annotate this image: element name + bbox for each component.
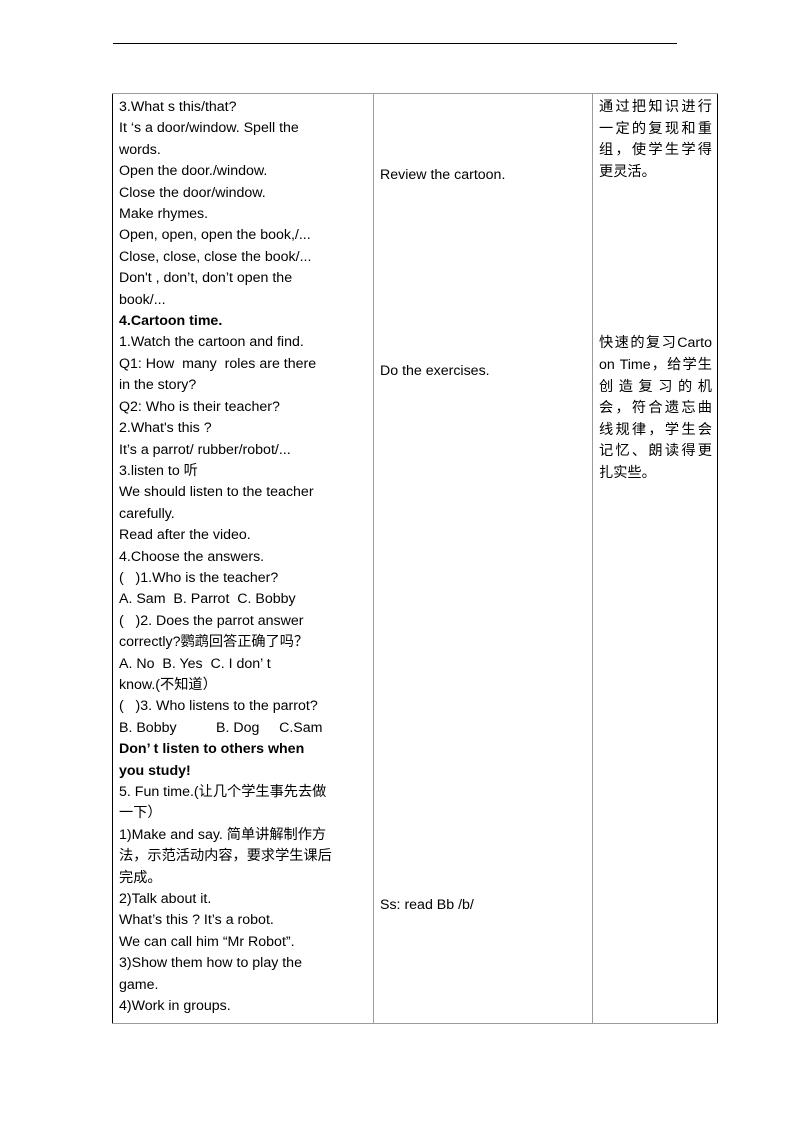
- step-line: words.: [119, 141, 161, 158]
- step-line: We can call him “Mr Robot”.: [119, 933, 295, 950]
- table-row: 3.What s this/that? It ‘s a door/window.…: [112, 92, 718, 1025]
- step-line: Don't , don’t, don’t open the: [119, 270, 293, 287]
- step-line: 4)Work in groups.: [119, 998, 231, 1015]
- step-line: 完成。: [119, 869, 162, 886]
- emphasis-line: Don’ t listen to others when: [119, 741, 305, 758]
- step-heading-fun-time: 5. Fun time.(让几个学生事先去做: [119, 784, 327, 800]
- quiz-question-1: ( )1.Who is the teacher?: [119, 569, 279, 586]
- lesson-plan-table: 3.What s this/that? It ‘s a door/window.…: [112, 92, 718, 1025]
- step-line: Close the door/window.: [119, 184, 266, 201]
- quiz-options-3: B. Bobby B. Dog C.Sam: [119, 719, 323, 736]
- step-line: 2.What's this ?: [119, 420, 212, 437]
- teaching-steps-cell: 3.What s this/that? It ‘s a door/window.…: [112, 92, 374, 1025]
- step-line: 3.What s this/that?: [119, 99, 237, 115]
- step-line: 2)Talk about it.: [119, 891, 212, 908]
- design-purpose-cell: 通过把知识进行一定的复现和重组，使学生学得更灵活。 快速的复习Cartoon T…: [592, 92, 718, 1025]
- step-line: 4.Choose the answers.: [119, 548, 265, 565]
- step-line: It’s a parrot/ rubber/robot/...: [119, 441, 291, 458]
- notes-spacer: [380, 97, 587, 165]
- quiz-question-3: ( )3. Who listens to the parrot?: [119, 698, 318, 715]
- quiz-question-2: ( )2. Does the parrot answer: [119, 612, 304, 629]
- notes-spacer: [380, 186, 587, 361]
- step-line: 1.Watch the cartoon and find.: [119, 334, 304, 351]
- quiz-options-1: A. Sam B. Parrot C. Bobby: [119, 591, 296, 608]
- step-line: Open, open, open the book,/...: [119, 227, 311, 244]
- step-line: It ‘s a door/window. Spell the: [119, 120, 299, 137]
- step-line: carefully.: [119, 505, 175, 522]
- step-line: Q2: Who is their teacher?: [119, 398, 280, 415]
- quiz-question-2-cont: correctly?鹦鹉回答正确了吗？: [119, 634, 309, 651]
- step-line: We should listen to the teacher: [119, 484, 314, 501]
- quiz-options-2-cont: know.(不知道）: [119, 676, 217, 693]
- purpose-paragraph-1: 通过把知识进行一定的复现和重组，使学生学得更灵活。: [599, 99, 712, 180]
- purpose-paragraph-2: 快速的复习Cartoon Time，给学生创造复习的机会，符合遗忘曲线规律，学生…: [599, 335, 712, 481]
- note-read-bb: Ss: read Bb /b/: [380, 896, 474, 913]
- step-line: Close, close, close the book/...: [119, 248, 312, 265]
- step-line: game.: [119, 976, 159, 993]
- step-line: 3)Show them how to play the: [119, 955, 302, 972]
- step-line: in the story?: [119, 377, 197, 394]
- step-line: 法，示范活动内容，要求学生课后: [119, 848, 332, 865]
- step-line: Q1: How many roles are there: [119, 355, 317, 372]
- step-line: What’s this ? It’s a robot.: [119, 912, 274, 929]
- note-review-cartoon: Review the cartoon.: [380, 167, 506, 183]
- step-line: 一下）: [119, 805, 162, 822]
- quiz-options-2: A. No B. Yes C. I don’ t: [119, 655, 271, 672]
- step-line: book/...: [119, 291, 166, 308]
- purpose-spacer: [599, 183, 712, 333]
- emphasis-line: you study!: [119, 762, 191, 779]
- notes-spacer: [380, 383, 587, 895]
- step-line: Make rhymes.: [119, 206, 209, 223]
- step-line: Read after the video.: [119, 527, 251, 544]
- step-line: Open the door./window.: [119, 163, 268, 180]
- note-do-exercises: Do the exercises.: [380, 363, 490, 380]
- page-header-rule: [113, 43, 677, 44]
- step-line: 1)Make and say. 简单讲解制作方: [119, 826, 327, 843]
- step-line: 3.listen to 听: [119, 462, 198, 479]
- teaching-notes-cell: Review the cartoon. Do the exercises. Ss…: [373, 92, 593, 1025]
- step-heading-cartoon-time: 4.Cartoon time.: [119, 313, 223, 330]
